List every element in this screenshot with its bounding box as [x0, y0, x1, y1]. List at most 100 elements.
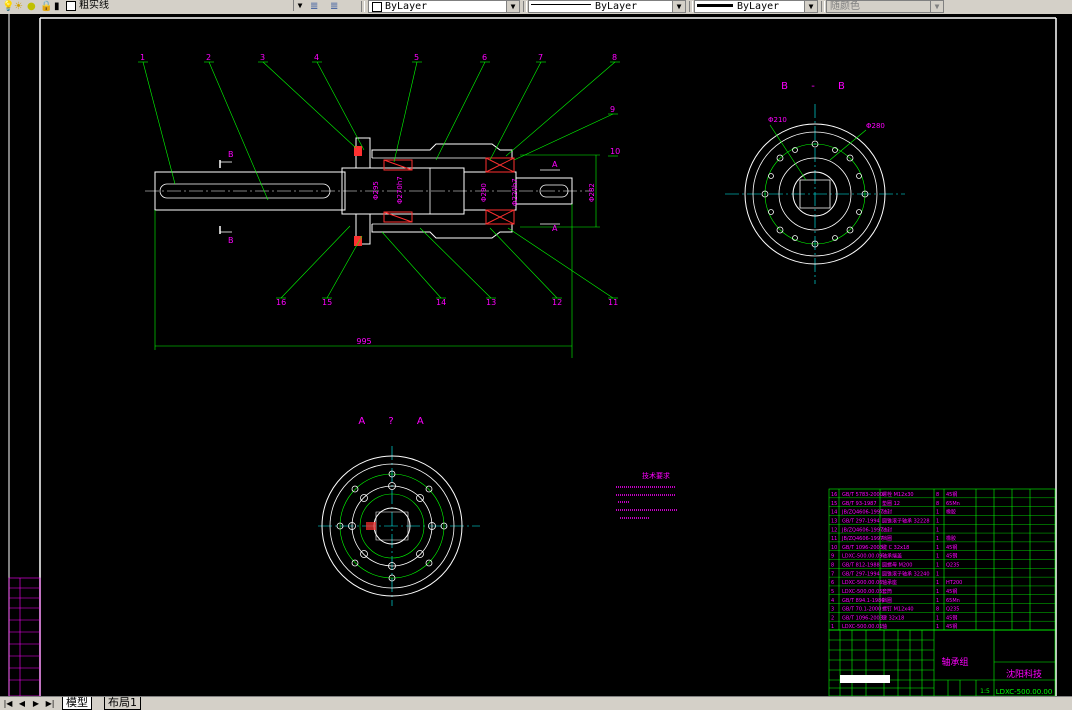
- balloon-numbers-bottom: 16 15 14 13 12 11: [276, 298, 618, 307]
- dim-phi-290: Φ290: [480, 183, 488, 202]
- layer-dropdown[interactable]: 粗实线 ▼: [66, 0, 306, 13]
- drawing-number: LDXC-500.00.00: [996, 688, 1053, 696]
- separator: [821, 1, 825, 12]
- table-cell-material: HT200: [946, 580, 962, 586]
- table-cell-qty: 1: [936, 615, 939, 621]
- technical-requirements: 技术要求: [616, 471, 678, 519]
- chevron-down-icon[interactable]: ▼: [672, 1, 685, 12]
- separator: [361, 1, 365, 12]
- svg-text:10: 10: [610, 147, 620, 156]
- table-cell-code: LDXC-500.00.09: [842, 554, 882, 560]
- table-cell-qty: 8: [936, 492, 939, 498]
- lock-icon-2[interactable]: ▮: [54, 1, 60, 12]
- table-cell-code: GB/T 1096-2003: [842, 545, 883, 551]
- table-cell-qty: 1: [936, 598, 939, 604]
- tab-layout1[interactable]: 布局1: [104, 697, 141, 710]
- table-cell-code: GB/T 70.1-2000: [842, 607, 881, 613]
- leader-lines-top: [138, 61, 620, 201]
- drawing-canvas[interactable]: 995 Φ295 Φ270h7 Φ290 Φ220h7 Φ282 B B A A: [0, 14, 1072, 696]
- table-cell-qty: 1: [936, 545, 939, 551]
- color-dropdown[interactable]: ByLayer ▼: [368, 0, 520, 13]
- plotstyle-dropdown[interactable]: 随颜色 ▼: [826, 0, 944, 13]
- table-cell-name: 键 32x18: [882, 614, 904, 621]
- freeze-icon[interactable]: ●: [27, 1, 36, 12]
- section-bb-title: B - B: [781, 81, 855, 92]
- table-cell-material: Q235: [946, 607, 959, 613]
- layout-tab-bar: |◀ ◀ ▶ ▶| 模型 布局1: [0, 696, 1072, 710]
- svg-text:4: 4: [314, 53, 319, 62]
- lineweight-dropdown[interactable]: ByLayer ▼: [694, 0, 818, 13]
- first-tab-icon[interactable]: |◀: [2, 698, 14, 709]
- table-cell-name: 圆锥滚子轴承 32240: [882, 570, 930, 577]
- linetype-value: ByLayer: [595, 1, 638, 12]
- table-cell-material: 45钢: [946, 491, 957, 498]
- svg-text:2: 2: [206, 53, 211, 62]
- table-cell-name: 螺钉 M12x40: [882, 606, 914, 613]
- tab-model[interactable]: 模型: [62, 697, 92, 710]
- table-cell-no: 1: [831, 624, 834, 630]
- table-cell-code: LDXC-500.00.05: [842, 589, 882, 595]
- chevron-down-icon[interactable]: ▼: [506, 1, 519, 12]
- next-tab-icon[interactable]: ▶: [30, 698, 42, 709]
- dim-phi-220: Φ220h7: [511, 178, 519, 206]
- table-cell-material: 橡胶: [946, 509, 956, 516]
- table-cell-qty: 1: [936, 510, 939, 516]
- table-cell-name: 圆锥滚子轴承 32228: [882, 517, 930, 524]
- table-cell-name: 挡圈: [882, 597, 892, 604]
- dim-phi-270: Φ270h7: [396, 176, 404, 204]
- svg-text:6: 6: [482, 53, 487, 62]
- layer-color-swatch: [66, 1, 76, 11]
- section-mark-b-bottom: B: [228, 236, 234, 245]
- table-cell-qty: 1: [936, 571, 939, 577]
- lock-icon[interactable]: 🔒: [40, 1, 52, 12]
- table-cell-qty: 1: [936, 518, 939, 524]
- table-cell-name: 轴: [882, 623, 887, 630]
- table-cell-material: 橡胶: [946, 535, 956, 542]
- chevron-down-icon[interactable]: ▼: [804, 1, 817, 12]
- section-mark-b-top: B: [228, 150, 234, 159]
- section-aa-view: A ? A: [318, 416, 480, 606]
- table-cell-no: 8: [831, 563, 834, 569]
- table-cell-code: JB/ZQ4606-1997: [841, 536, 883, 542]
- chevron-down-icon[interactable]: ▼: [293, 0, 306, 11]
- table-cell-material: 45钢: [946, 544, 957, 551]
- table-cell-name: 油封: [882, 526, 892, 533]
- table-cell-qty: 1: [936, 554, 939, 560]
- prev-tab-icon[interactable]: ◀: [16, 698, 28, 709]
- dim-phi-282: Φ282: [588, 183, 596, 202]
- table-cell-name: 轴承座: [882, 579, 897, 586]
- layer-previous-icon[interactable]: ≣: [330, 1, 338, 12]
- lightbulb-icon[interactable]: 💡: [2, 1, 14, 12]
- dim-phi-295: Φ295: [372, 181, 380, 200]
- table-cell-qty: 1: [936, 589, 939, 595]
- table-cell-code: LDXC-500.00.06: [842, 580, 882, 586]
- table-cell-code: GB/T 812-1988: [842, 563, 880, 569]
- section-aa-title: A ? A: [358, 416, 433, 427]
- table-cell-name: 键 C 32x18: [882, 544, 909, 551]
- last-tab-icon[interactable]: ▶|: [44, 698, 56, 709]
- drawing-svg[interactable]: 995 Φ295 Φ270h7 Φ290 Φ220h7 Φ282 B B A A: [0, 14, 1072, 696]
- separator: [523, 1, 527, 12]
- chevron-down-icon[interactable]: ▼: [930, 1, 943, 12]
- sun-icon[interactable]: ☀: [14, 1, 23, 12]
- table-cell-qty: 1: [936, 536, 939, 542]
- lineweight-sample: [697, 3, 733, 7]
- svg-text:15: 15: [322, 298, 332, 307]
- table-cell-code: GB/T 93-1987: [842, 501, 877, 507]
- table-cell-material: 45钢: [946, 614, 957, 621]
- table-cell-material: 45钢: [946, 588, 957, 595]
- plotstyle-value: 随颜色: [830, 1, 860, 12]
- layer-manager-icon[interactable]: ≣: [310, 1, 318, 12]
- table-cell-no: 9: [831, 554, 834, 560]
- table-cell-code: JB/ZQ4606-1997: [841, 527, 883, 533]
- table-cell-no: 13: [831, 518, 837, 524]
- part-name: 轴承组: [941, 656, 968, 668]
- table-cell-name: 套筒: [882, 588, 892, 595]
- svg-text:8: 8: [612, 53, 617, 62]
- svg-text:1: 1: [140, 53, 145, 62]
- table-cell-code: GB/T 1096-2003: [842, 615, 883, 621]
- table-cell-name: 轴承端盖: [882, 553, 902, 560]
- table-cell-qty: 8: [936, 607, 939, 613]
- table-cell-no: 3: [831, 607, 834, 613]
- linetype-dropdown[interactable]: ByLayer ▼: [528, 0, 686, 13]
